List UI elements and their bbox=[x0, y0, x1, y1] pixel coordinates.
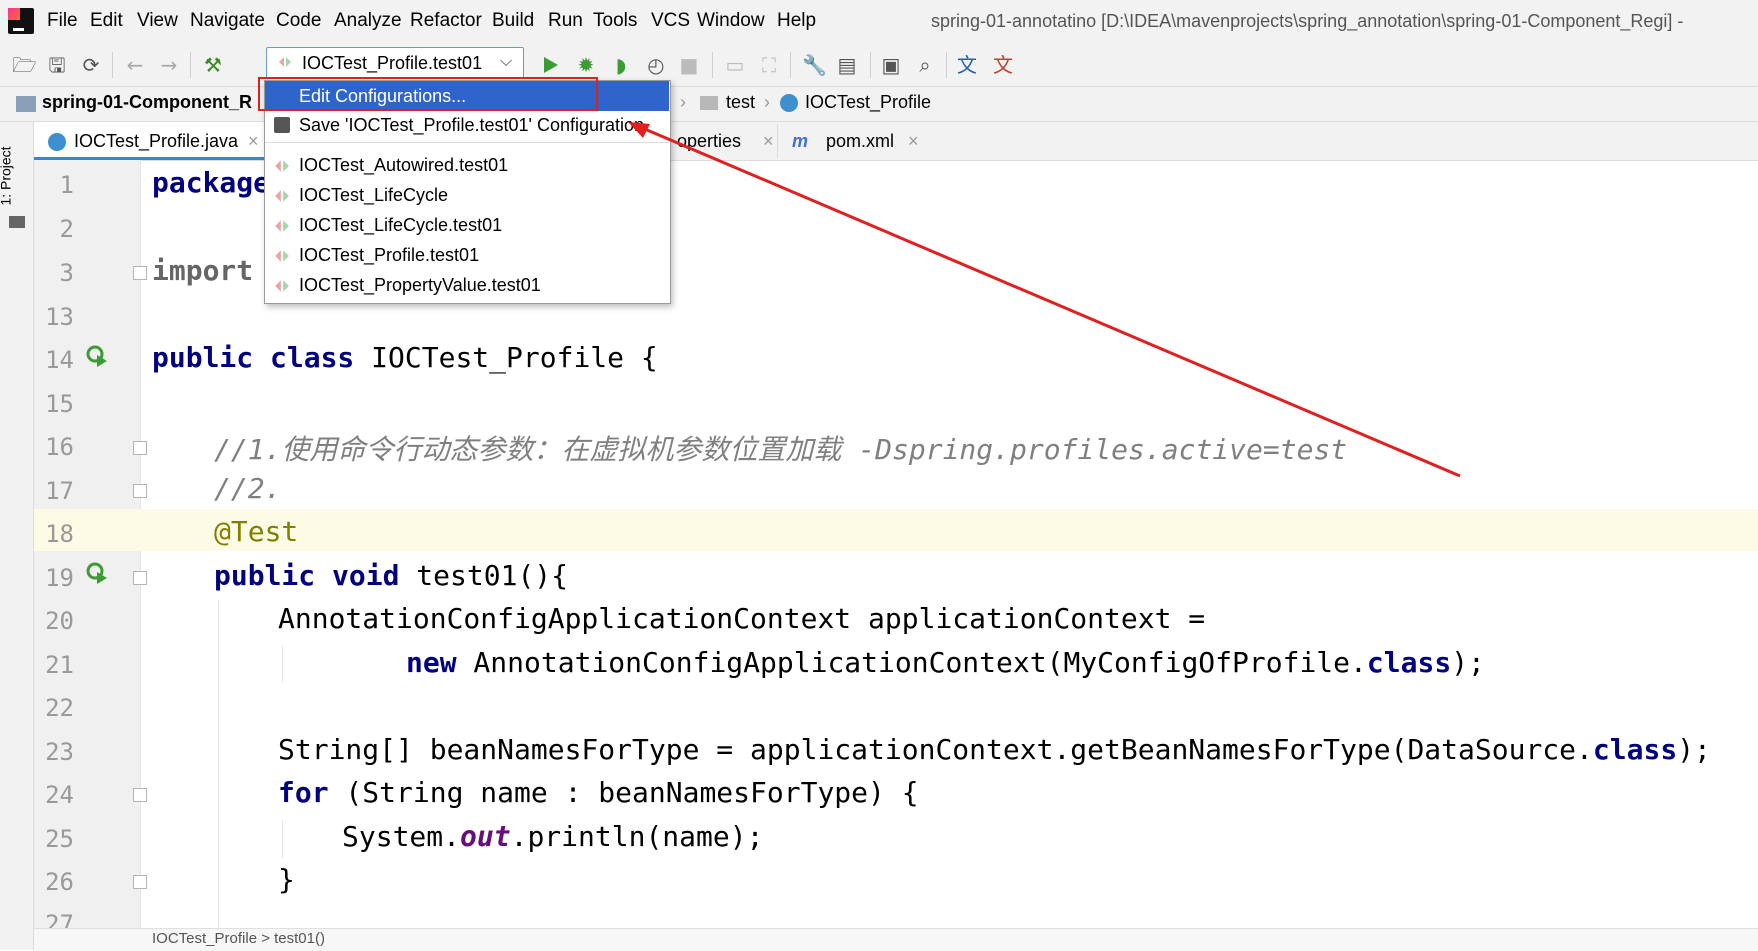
annotation-arrow bbox=[628, 122, 1461, 478]
